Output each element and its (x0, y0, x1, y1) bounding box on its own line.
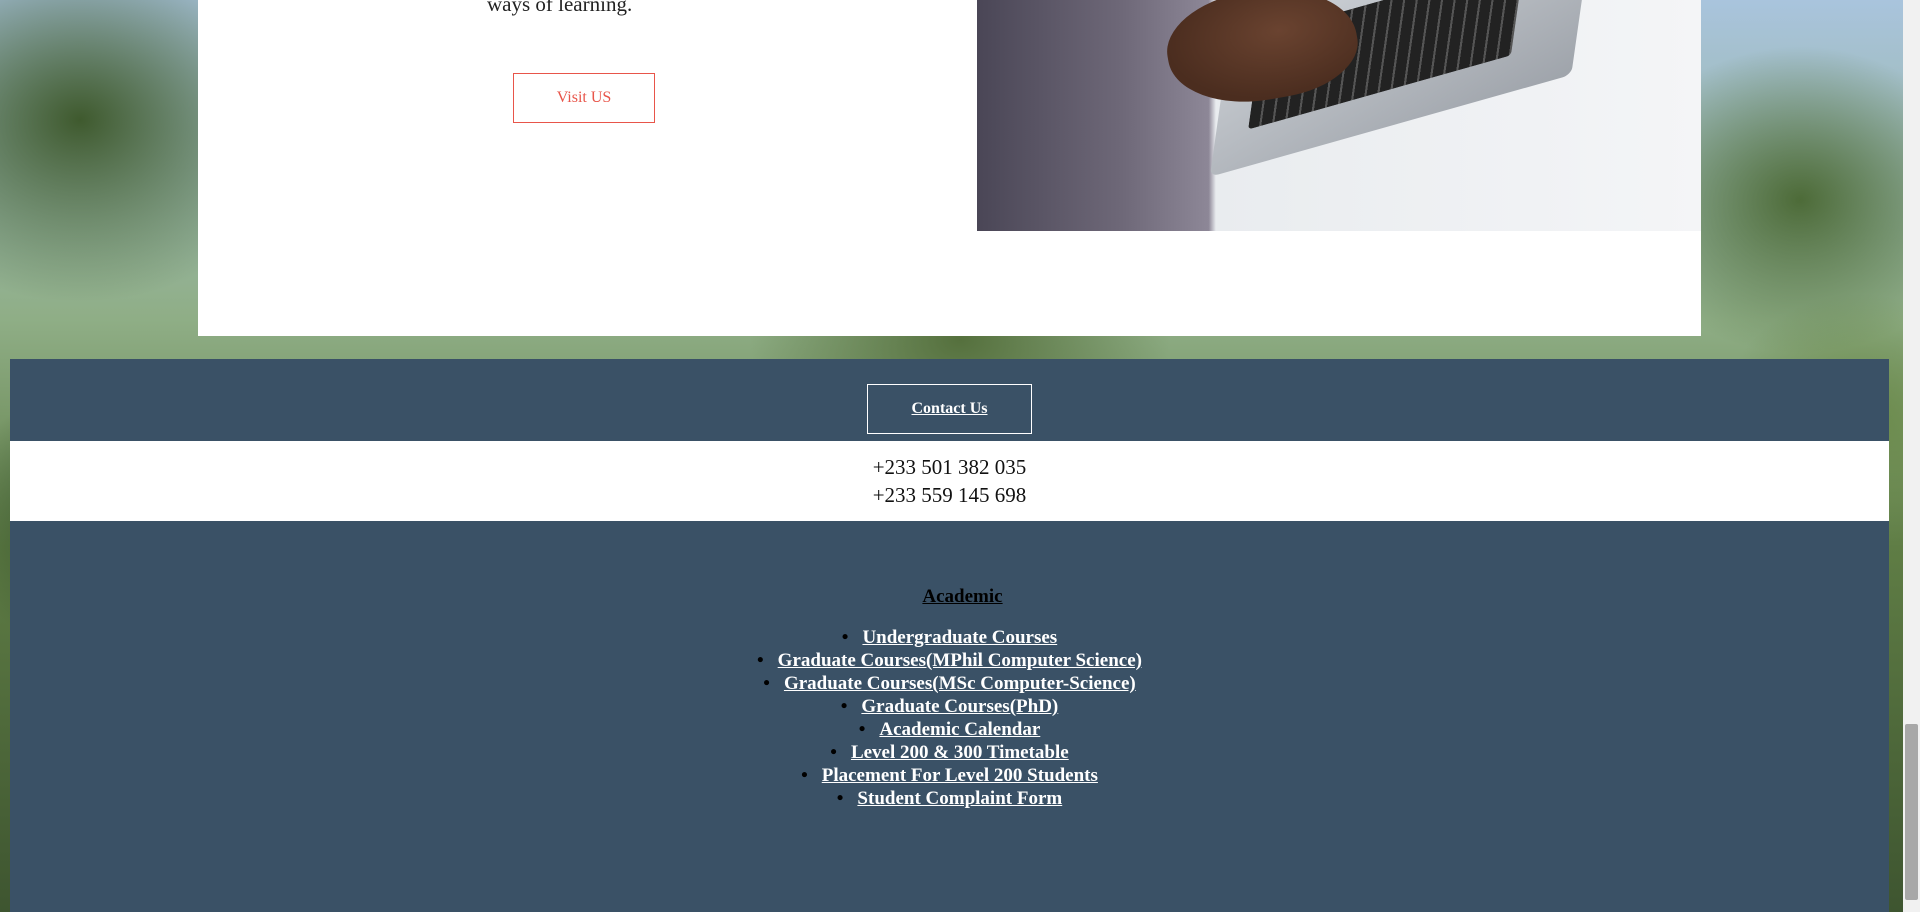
list-item: • Undergraduate Courses (10, 626, 1889, 649)
visit-us-button[interactable]: Visit US (513, 73, 655, 123)
bullet-icon: • (801, 765, 808, 786)
academic-links-list: • Undergraduate Courses • Graduate Courses… (10, 626, 1889, 810)
contact-us-button[interactable]: Contact Us (867, 384, 1032, 434)
academic-title: Academic (922, 586, 1003, 607)
bullet-icon: • (757, 650, 764, 671)
bullet-icon: • (858, 719, 866, 740)
scrollbar-thumb[interactable] (1905, 724, 1918, 900)
hero-description-line: ways of learning. (487, 0, 633, 16)
link-undergraduate-courses[interactable]: Undergraduate Courses (862, 627, 1057, 648)
link-graduate-mphil[interactable]: Graduate Courses(MPhil Computer Science) (778, 650, 1142, 671)
phone-number-1: +233 501 382 035 (872, 455, 1027, 479)
phone-number-2: +233 559 145 698 (872, 483, 1027, 507)
link-academic-calendar[interactable]: Academic Calendar (879, 719, 1040, 740)
bullet-icon: • (836, 788, 844, 809)
list-item: • Student Complaint Form (10, 787, 1889, 810)
page-scrollbar[interactable] (1903, 0, 1920, 912)
academic-section: Academic • Undergraduate Courses • Graduat… (10, 521, 1889, 912)
hero-card: ways of learning. Visit US (198, 0, 1701, 336)
link-timetable[interactable]: Level 200 & 300 Timetable (851, 742, 1069, 763)
list-item: • Graduate Courses(MPhil Computer Science… (10, 649, 1889, 672)
link-placement[interactable]: Placement For Level 200 Students (822, 765, 1098, 786)
list-item: • Level 200 & 300 Timetable (10, 741, 1889, 764)
list-item: • Academic Calendar (10, 718, 1889, 741)
link-complaint-form[interactable]: Student Complaint Form (857, 788, 1062, 809)
list-item: • Placement For Level 200 Students (10, 764, 1889, 787)
list-item: • Graduate Courses(MSc Computer-Science) (10, 672, 1889, 695)
bullet-icon: • (840, 696, 848, 717)
phone-numbers: +233 501 382 035 +233 559 145 698 (10, 441, 1889, 521)
bullet-icon: • (841, 627, 849, 648)
link-graduate-phd[interactable]: Graduate Courses(PhD) (861, 696, 1058, 717)
contact-section: Contact Us (10, 359, 1889, 441)
list-item: • Graduate Courses(PhD) (10, 695, 1889, 718)
bullet-icon: • (763, 673, 770, 694)
hero-image (977, 0, 1701, 231)
contact-band: Contact Us (10, 359, 1889, 441)
link-graduate-msc[interactable]: Graduate Courses(MSc Computer-Science) (784, 673, 1136, 694)
hero-description: ways of learning. (487, 0, 632, 18)
bullet-icon: • (830, 742, 837, 763)
